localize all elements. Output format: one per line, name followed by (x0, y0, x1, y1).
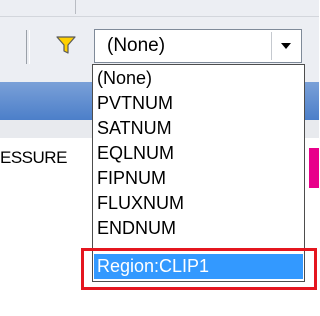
background-label: ESSURE (0, 148, 67, 167)
combobox-value: (None) (107, 35, 166, 56)
dropdown-option-none[interactable]: (None) (94, 66, 303, 91)
dropdown-option-pvtnum[interactable]: PVTNUM (94, 91, 303, 116)
callout-highlight-box (81, 248, 317, 290)
toolbar-divider (0, 16, 319, 17)
triangle-down-icon (280, 37, 292, 55)
dropdown-option-satnum[interactable]: SATNUM (94, 116, 303, 141)
dropdown-option-fluxnum[interactable]: FLUXNUM (94, 191, 303, 216)
color-swatch (309, 148, 319, 188)
funnel-filter-icon (55, 34, 77, 61)
toolbar-grip[interactable] (26, 30, 30, 64)
combobox-dropdown-button[interactable] (271, 32, 299, 60)
dropdown-option-eqlnum[interactable]: EQLNUM (94, 141, 303, 166)
dropdown-option-fipnum[interactable]: FIPNUM (94, 166, 303, 191)
dropdown-option-endnum[interactable]: ENDNUM (94, 216, 303, 241)
filter-button[interactable] (45, 32, 87, 62)
toolbar-separator (75, 0, 76, 14)
region-filter-combobox[interactable]: (None) (94, 29, 302, 63)
